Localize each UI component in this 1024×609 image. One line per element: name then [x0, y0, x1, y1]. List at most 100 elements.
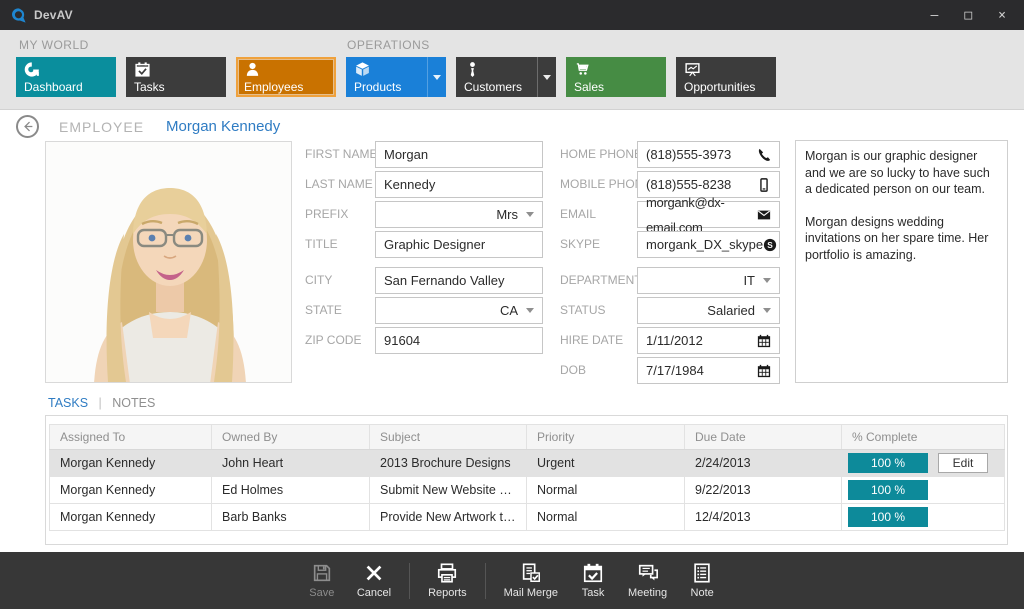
col-percent-complete[interactable]: % Complete: [842, 425, 1005, 450]
cell-due-date: 9/22/2013: [685, 477, 842, 504]
progress-badge: 100 %: [848, 480, 928, 500]
mail-merge-button[interactable]: Mail Merge: [504, 562, 558, 599]
col-priority[interactable]: Priority: [527, 425, 685, 450]
department-value: IT: [743, 268, 755, 293]
prefix-label: PREFIX: [305, 201, 348, 228]
employee-photo: [45, 141, 292, 383]
skype-input[interactable]: morgank_DX_skype S: [637, 231, 780, 258]
email-input[interactable]: morgank@dx-email.com: [637, 201, 780, 228]
zip-code-input[interactable]: 91604: [375, 327, 543, 354]
save-button[interactable]: Save: [305, 562, 339, 599]
col-due-date[interactable]: Due Date: [685, 425, 842, 450]
table-row[interactable]: Morgan Kennedy John Heart 2013 Brochure …: [50, 450, 1005, 477]
sales-cart-icon: [574, 61, 591, 78]
col-owned-by[interactable]: Owned By: [212, 425, 370, 450]
skype-icon: S: [763, 238, 777, 252]
cell-assigned-to: Morgan Kennedy: [50, 477, 212, 504]
tab-tasks[interactable]: TASKS: [48, 396, 88, 410]
tab-notes[interactable]: NOTES: [112, 396, 155, 410]
task-button[interactable]: Task: [576, 562, 610, 599]
cancel-x-icon: [363, 562, 385, 584]
first-name-input[interactable]: Morgan: [375, 141, 543, 168]
note-button[interactable]: Note: [685, 562, 719, 599]
customers-dropdown-button[interactable]: [537, 57, 556, 97]
employee-header: EMPLOYEE Morgan Kennedy: [16, 115, 280, 138]
col-assigned-to[interactable]: Assigned To: [50, 425, 212, 450]
department-label: DEPARTMENT: [560, 267, 642, 294]
skype-label: SKYPE: [560, 231, 600, 258]
ribbon-group-operations: OPERATIONS: [347, 38, 430, 52]
minimize-button[interactable]: –: [931, 9, 939, 22]
notes-paragraph: Morgan designs wedding invitations on he…: [805, 214, 998, 264]
note-label: Note: [691, 587, 714, 599]
ribbon-tiles: Dashboard Tasks Employees: [16, 57, 776, 97]
products-dropdown-button[interactable]: [427, 57, 446, 97]
window-controls: – □ ×: [931, 9, 1014, 22]
title-input[interactable]: Graphic Designer: [375, 231, 543, 258]
prefix-value: Mrs: [496, 202, 518, 227]
tile-products[interactable]: Products: [346, 57, 446, 97]
employee-name: Morgan Kennedy: [166, 118, 280, 135]
table-header-row: Assigned To Owned By Subject Priority Du…: [50, 425, 1005, 450]
progress-badge: 100 %: [848, 453, 928, 473]
note-list-icon: [691, 562, 713, 584]
city-input[interactable]: San Fernando Valley: [375, 267, 543, 294]
task-label: Task: [582, 587, 605, 599]
chevron-down-icon: [526, 212, 534, 217]
back-button[interactable]: [16, 115, 39, 138]
toolbar-separator: [409, 563, 410, 599]
cell-assigned-to: Morgan Kennedy: [50, 504, 212, 531]
printer-icon: [436, 562, 458, 584]
tile-employees-selected[interactable]: Employees: [236, 57, 336, 97]
status-combobox[interactable]: Salaried: [637, 297, 780, 324]
ribbon-group-my-world: MY WORLD: [19, 38, 89, 52]
first-name-label: FIRST NAME: [305, 141, 377, 168]
cell-percent-complete: 100 %: [842, 504, 1005, 531]
maximize-button[interactable]: □: [964, 9, 972, 22]
dob-input[interactable]: 7/17/1984: [637, 357, 780, 384]
reports-button[interactable]: Reports: [428, 562, 467, 599]
tile-dashboard[interactable]: Dashboard: [16, 57, 116, 97]
tile-sales[interactable]: Sales: [566, 57, 666, 97]
tile-customers[interactable]: Customers: [456, 57, 556, 97]
employee-notes-textarea[interactable]: Morgan is our graphic designer and we ar…: [795, 140, 1008, 383]
edit-button[interactable]: Edit: [938, 453, 988, 473]
home-phone-input[interactable]: (818)555-3973: [637, 141, 780, 168]
prefix-combobox[interactable]: Mrs: [375, 201, 543, 228]
state-combobox[interactable]: CA: [375, 297, 543, 324]
reports-label: Reports: [428, 587, 467, 599]
cell-owned-by: Barb Banks: [212, 504, 370, 531]
tasks-table: Assigned To Owned By Subject Priority Du…: [49, 424, 1005, 531]
cell-subject: Provide New Artwork to Supp...: [370, 504, 527, 531]
tile-tasks[interactable]: Tasks: [126, 57, 226, 97]
close-button[interactable]: ×: [998, 9, 1006, 22]
dob-label: DOB: [560, 357, 586, 384]
last-name-label: LAST NAME: [305, 171, 373, 198]
cell-due-date: 2/24/2013: [685, 450, 842, 477]
col-subject[interactable]: Subject: [370, 425, 527, 450]
status-label: STATUS: [560, 297, 606, 324]
chevron-down-icon: [763, 278, 771, 283]
table-row[interactable]: Morgan Kennedy Barb Banks Provide New Ar…: [50, 504, 1005, 531]
devav-app-window: DevAV – □ × MY WORLD OPERATIONS Dashboar…: [0, 0, 1024, 609]
tile-customers-label: Customers: [464, 81, 536, 94]
svg-text:S: S: [767, 239, 773, 249]
phone-icon: [757, 148, 771, 162]
cancel-button[interactable]: Cancel: [357, 562, 391, 599]
app-title: DevAV: [34, 8, 73, 22]
save-floppy-icon: [311, 562, 333, 584]
last-name-input[interactable]: Kennedy: [375, 171, 543, 198]
bottom-toolbar: Save Cancel Reports: [0, 552, 1024, 609]
meeting-button[interactable]: Meeting: [628, 562, 667, 599]
department-combobox[interactable]: IT: [637, 267, 780, 294]
tile-products-label: Products: [354, 81, 426, 94]
tile-opportunities[interactable]: Opportunities: [676, 57, 776, 97]
chevron-down-icon: [526, 308, 534, 313]
back-arrow-icon: [21, 120, 34, 133]
city-label: CITY: [305, 267, 332, 294]
title-label: TITLE: [305, 231, 338, 258]
customers-tie-icon: [464, 61, 481, 78]
table-row[interactable]: Morgan Kennedy Ed Holmes Submit New Webs…: [50, 477, 1005, 504]
hire-date-input[interactable]: 1/11/2012: [637, 327, 780, 354]
email-label: EMAIL: [560, 201, 596, 228]
